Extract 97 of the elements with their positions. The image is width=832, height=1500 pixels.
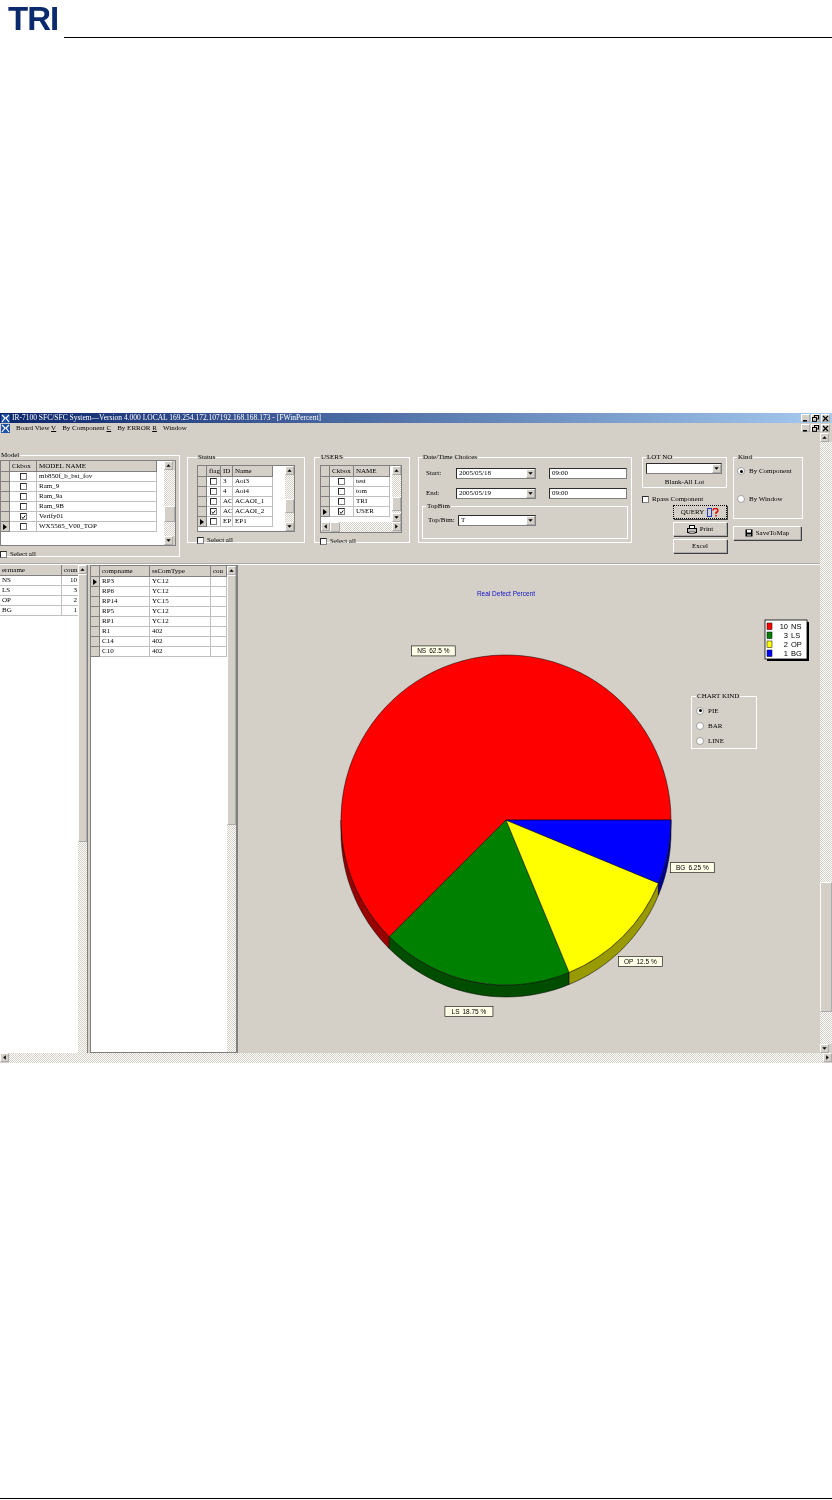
checkbox[interactable] xyxy=(320,537,327,545)
row-indicator[interactable] xyxy=(1,522,10,532)
restore-button[interactable] xyxy=(811,414,820,422)
checkbox[interactable] xyxy=(19,523,27,530)
checkbox[interactable] xyxy=(19,483,27,490)
down-arrow-icon xyxy=(286,523,293,530)
scroll-right-button[interactable] xyxy=(392,522,401,531)
down-arrow-icon xyxy=(713,465,720,472)
scrollbar-thumb[interactable] xyxy=(330,522,340,532)
radio-button[interactable] xyxy=(737,495,745,503)
up-arrow-icon xyxy=(393,467,400,474)
up-arrow-icon xyxy=(821,434,828,441)
down-arrow-icon xyxy=(527,516,534,524)
pointer-icon xyxy=(92,577,98,586)
scrollbar[interactable] xyxy=(285,466,294,531)
left-arrow-icon xyxy=(322,523,329,530)
scroll-up-button[interactable] xyxy=(392,466,401,475)
lot-dropdown[interactable] xyxy=(646,463,722,474)
checkbox[interactable] xyxy=(19,513,27,520)
scroll-up-button[interactable] xyxy=(164,461,173,470)
close-icon xyxy=(822,424,829,432)
scrollbar[interactable] xyxy=(321,522,401,532)
down-arrow-icon xyxy=(527,469,534,477)
pointer-icon xyxy=(322,507,328,516)
down-arrow-icon xyxy=(165,537,172,544)
checkbox[interactable] xyxy=(338,478,345,485)
checkbox[interactable] xyxy=(19,503,27,510)
scroll-down-button[interactable] xyxy=(164,536,173,545)
scroll-up-button[interactable] xyxy=(820,433,829,442)
pointer-icon xyxy=(199,517,205,526)
row-indicator[interactable] xyxy=(321,507,330,517)
down-arrow-icon xyxy=(527,489,534,497)
scroll-down-button[interactable] xyxy=(392,513,401,522)
checkbox[interactable] xyxy=(338,498,345,505)
minimize-button[interactable] xyxy=(801,424,810,432)
pointer-icon xyxy=(2,522,8,531)
checkbox[interactable] xyxy=(210,518,217,525)
close-button[interactable] xyxy=(821,414,830,422)
scrollbar-thumb[interactable] xyxy=(78,574,87,842)
app-icon xyxy=(1,413,10,423)
check-icon xyxy=(20,513,26,520)
checkbox[interactable] xyxy=(19,493,27,500)
right-arrow-icon xyxy=(393,523,400,530)
checkbox[interactable] xyxy=(197,536,204,544)
app-icon xyxy=(1,423,10,433)
scrollbar[interactable] xyxy=(392,466,401,522)
scroll-down-button[interactable] xyxy=(820,1044,829,1053)
checkbox[interactable] xyxy=(210,478,217,485)
scrollbar[interactable] xyxy=(820,433,832,1053)
checkbox[interactable] xyxy=(210,508,217,515)
scrollbar-thumb[interactable] xyxy=(164,506,175,522)
checkbox[interactable] xyxy=(642,495,649,503)
restore-icon xyxy=(812,424,819,432)
scrollbar-thumb[interactable] xyxy=(227,575,236,825)
scroll-left-button[interactable] xyxy=(321,522,330,531)
checkbox[interactable] xyxy=(338,488,345,495)
up-arrow-icon xyxy=(286,467,293,474)
checkbox[interactable] xyxy=(0,550,7,558)
restore-button[interactable] xyxy=(811,424,820,432)
up-arrow-icon xyxy=(79,566,86,573)
radio-button[interactable] xyxy=(696,736,704,745)
scroll-down-button[interactable] xyxy=(285,522,294,531)
close-icon xyxy=(822,414,829,422)
row-indicator[interactable] xyxy=(91,577,100,587)
minimize-button[interactable] xyxy=(801,414,810,422)
scrollbar[interactable] xyxy=(0,1053,832,1063)
scrollbar[interactable] xyxy=(227,566,236,1052)
down-arrow-icon xyxy=(393,514,400,521)
scroll-up-button[interactable] xyxy=(285,466,294,475)
radio-button[interactable] xyxy=(696,706,704,715)
checkbox[interactable] xyxy=(338,508,345,515)
checkbox[interactable] xyxy=(210,488,217,495)
scrollbar-thumb[interactable] xyxy=(285,499,294,513)
printer-icon xyxy=(686,524,697,534)
down-arrow-icon xyxy=(821,1045,828,1052)
up-arrow-icon xyxy=(165,462,172,469)
scroll-up-button[interactable] xyxy=(227,566,236,575)
check-icon xyxy=(211,508,216,515)
radio-button[interactable] xyxy=(696,721,704,730)
scrollbar-thumb[interactable] xyxy=(820,882,832,1012)
scrollbar-thumb[interactable] xyxy=(392,497,401,511)
row-indicator[interactable] xyxy=(198,517,207,527)
check-icon xyxy=(339,508,344,515)
checkbox[interactable] xyxy=(19,473,27,480)
scrollbar[interactable] xyxy=(78,565,87,1053)
right-arrow-icon xyxy=(824,1054,831,1061)
scrollbar[interactable] xyxy=(164,461,175,545)
scroll-left-button[interactable] xyxy=(0,1053,9,1062)
query-icon xyxy=(707,507,720,517)
scroll-up-button[interactable] xyxy=(78,565,87,574)
checkbox[interactable] xyxy=(210,498,217,505)
scroll-right-button[interactable] xyxy=(823,1053,832,1062)
close-button[interactable] xyxy=(821,424,830,432)
radio-button[interactable] xyxy=(737,467,745,475)
logo: TRI xyxy=(8,2,60,36)
up-arrow-icon xyxy=(228,567,235,574)
left-arrow-icon xyxy=(1,1054,8,1061)
